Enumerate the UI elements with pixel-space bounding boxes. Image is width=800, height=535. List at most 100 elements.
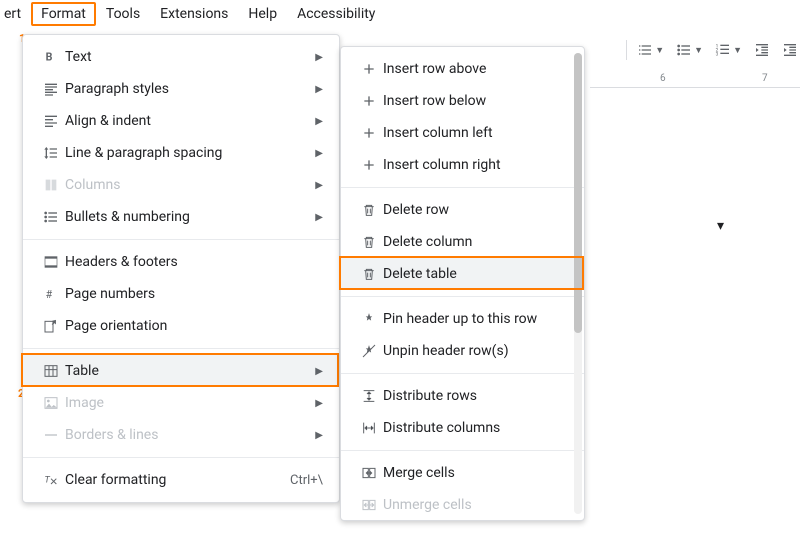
columns-icon — [43, 177, 59, 193]
format-item-borders-lines: Borders & lines▶ — [23, 419, 339, 451]
table-sub-item-delete-column[interactable]: Delete column — [341, 226, 584, 258]
format-item-page-orientation[interactable]: Page orientation — [23, 310, 339, 342]
table-sub-item-distribute-rows[interactable]: Distribute rows — [341, 380, 584, 412]
chevron-right-icon: ▶ — [315, 430, 323, 441]
menu-item-label: Insert column right — [383, 157, 568, 173]
line-spacing-icon — [43, 145, 59, 161]
chevron-right-icon: ▶ — [315, 148, 323, 159]
menu-item-label: Image — [65, 395, 315, 411]
trash-icon — [355, 202, 383, 218]
menu-item-label: Columns — [65, 177, 315, 193]
menu-accessibility[interactable]: Accessibility — [287, 2, 385, 26]
unpin-icon — [361, 343, 377, 359]
table-sub-item-insert-row-above[interactable]: Insert row above — [341, 53, 584, 85]
bulleted-list-button[interactable]: ▼ — [674, 42, 705, 58]
chevron-right-icon: ▶ — [315, 116, 323, 127]
menu-item-label: Text — [65, 49, 315, 65]
bullets-icon — [43, 209, 59, 225]
format-item-bullets-numbering[interactable]: Bullets & numbering▶ — [23, 201, 339, 233]
merge-icon — [355, 465, 383, 481]
indent-button[interactable] — [780, 42, 800, 58]
format-menu: BText▶Paragraph styles▶Align & indent▶Li… — [22, 34, 340, 503]
plus-icon — [355, 93, 383, 109]
trash-icon — [361, 234, 377, 250]
menu-item-label: Line & paragraph spacing — [65, 145, 315, 161]
chevron-down-icon: ▼ — [655, 45, 664, 56]
table-submenu: Insert row above Insert row below Insert c… — [340, 46, 585, 521]
menu-separator — [341, 187, 584, 188]
format-item-text[interactable]: B Text▶ — [23, 41, 339, 73]
bold-icon: B — [43, 49, 59, 65]
align-icon — [37, 113, 65, 129]
table-sub-item-insert-row-below[interactable]: Insert row below — [341, 85, 584, 117]
svg-text:T: T — [44, 475, 50, 486]
table-handle-icon[interactable]: ▾ — [717, 218, 724, 234]
paragraph-icon — [43, 81, 59, 97]
bullets-icon — [37, 209, 65, 225]
trash-icon — [355, 266, 383, 282]
menu-help[interactable]: Help — [238, 2, 287, 26]
menu-separator — [341, 373, 584, 374]
plus-icon — [361, 157, 377, 173]
orientation-icon — [43, 318, 59, 334]
menu-item-label: Paragraph styles — [65, 81, 315, 97]
menu-separator — [341, 296, 584, 297]
menu-item-label: Insert row above — [383, 61, 568, 77]
unpin-icon — [355, 343, 383, 359]
menubar: ert Format Tools Extensions Help Accessi… — [0, 0, 800, 28]
table-sub-item-unmerge-cells: Unmerge cells — [341, 489, 584, 521]
format-item-align-indent[interactable]: Align & indent▶ — [23, 105, 339, 137]
table-sub-item-delete-row[interactable]: Delete row — [341, 194, 584, 226]
menu-insert-cut[interactable]: ert — [4, 2, 31, 26]
table-sub-item-distribute-columns[interactable]: Distribute columns — [341, 412, 584, 444]
chevron-right-icon: ▶ — [315, 212, 323, 223]
line-spacing-icon — [37, 145, 65, 161]
merge-icon — [361, 465, 377, 481]
align-icon — [43, 113, 59, 129]
dist-rows-icon — [361, 388, 377, 404]
table-sub-item-insert-column-right[interactable]: Insert column right — [341, 149, 584, 181]
format-item-clear-formatting[interactable]: TClear formattingCtrl+\ — [23, 464, 339, 496]
table-icon — [37, 363, 65, 379]
outdent-button[interactable] — [752, 42, 772, 58]
format-item-page-numbers[interactable]: #Page numbers — [23, 278, 339, 310]
menu-separator — [23, 239, 339, 240]
plus-icon — [355, 61, 383, 77]
toolbar-sep — [626, 40, 627, 60]
table-sub-item-unpin-header-row-s-[interactable]: Unpin header row(s) — [341, 335, 584, 367]
menu-item-label: Headers & footers — [65, 254, 323, 270]
checklist-button[interactable]: ▼ — [635, 42, 666, 58]
chevron-down-icon: ▼ — [694, 45, 703, 56]
menu-extensions[interactable]: Extensions — [150, 2, 238, 26]
svg-text:B: B — [46, 50, 53, 63]
unmerge-icon — [361, 497, 377, 513]
dist-cols-icon — [361, 420, 377, 436]
menu-item-label: Distribute rows — [383, 388, 568, 404]
table-sub-item-merge-cells[interactable]: Merge cells — [341, 457, 584, 489]
chevron-right-icon: ▶ — [315, 180, 323, 191]
menu-item-label: Unmerge cells — [383, 497, 568, 513]
menu-item-label: Page numbers — [65, 286, 323, 302]
format-item-paragraph-styles[interactable]: Paragraph styles▶ — [23, 73, 339, 105]
table-sub-item-delete-table[interactable]: Delete table — [341, 258, 584, 290]
format-item-table[interactable]: Table▶ — [23, 355, 339, 387]
borders-icon — [37, 427, 65, 443]
chevron-right-icon: ▶ — [315, 52, 323, 63]
numbered-list-button[interactable]: 123▼ — [713, 42, 744, 58]
menu-item-label: Insert row below — [383, 93, 568, 109]
toolbar-fragment: ▼ ▼ 123▼ — [626, 34, 800, 66]
table-sub-item-pin-header-up-to-this-row[interactable]: Pin header up to this row — [341, 303, 584, 335]
headers-icon — [43, 254, 59, 270]
menu-item-label: Delete table — [383, 266, 568, 282]
format-item-line-paragraph-spacing[interactable]: Line & paragraph spacing▶ — [23, 137, 339, 169]
menu-item-label: Table — [65, 363, 315, 379]
format-item-headers-footers[interactable]: Headers & footers — [23, 246, 339, 278]
pin-icon — [355, 311, 383, 327]
menu-tools[interactable]: Tools — [96, 2, 150, 26]
plus-icon — [361, 61, 377, 77]
menu-format[interactable]: Format — [31, 2, 96, 26]
menu-item-label: Delete column — [383, 234, 568, 250]
table-sub-item-insert-column-left[interactable]: Insert column left — [341, 117, 584, 149]
chevron-right-icon: ▶ — [315, 366, 323, 377]
scrollbar-thumb[interactable] — [574, 53, 582, 333]
